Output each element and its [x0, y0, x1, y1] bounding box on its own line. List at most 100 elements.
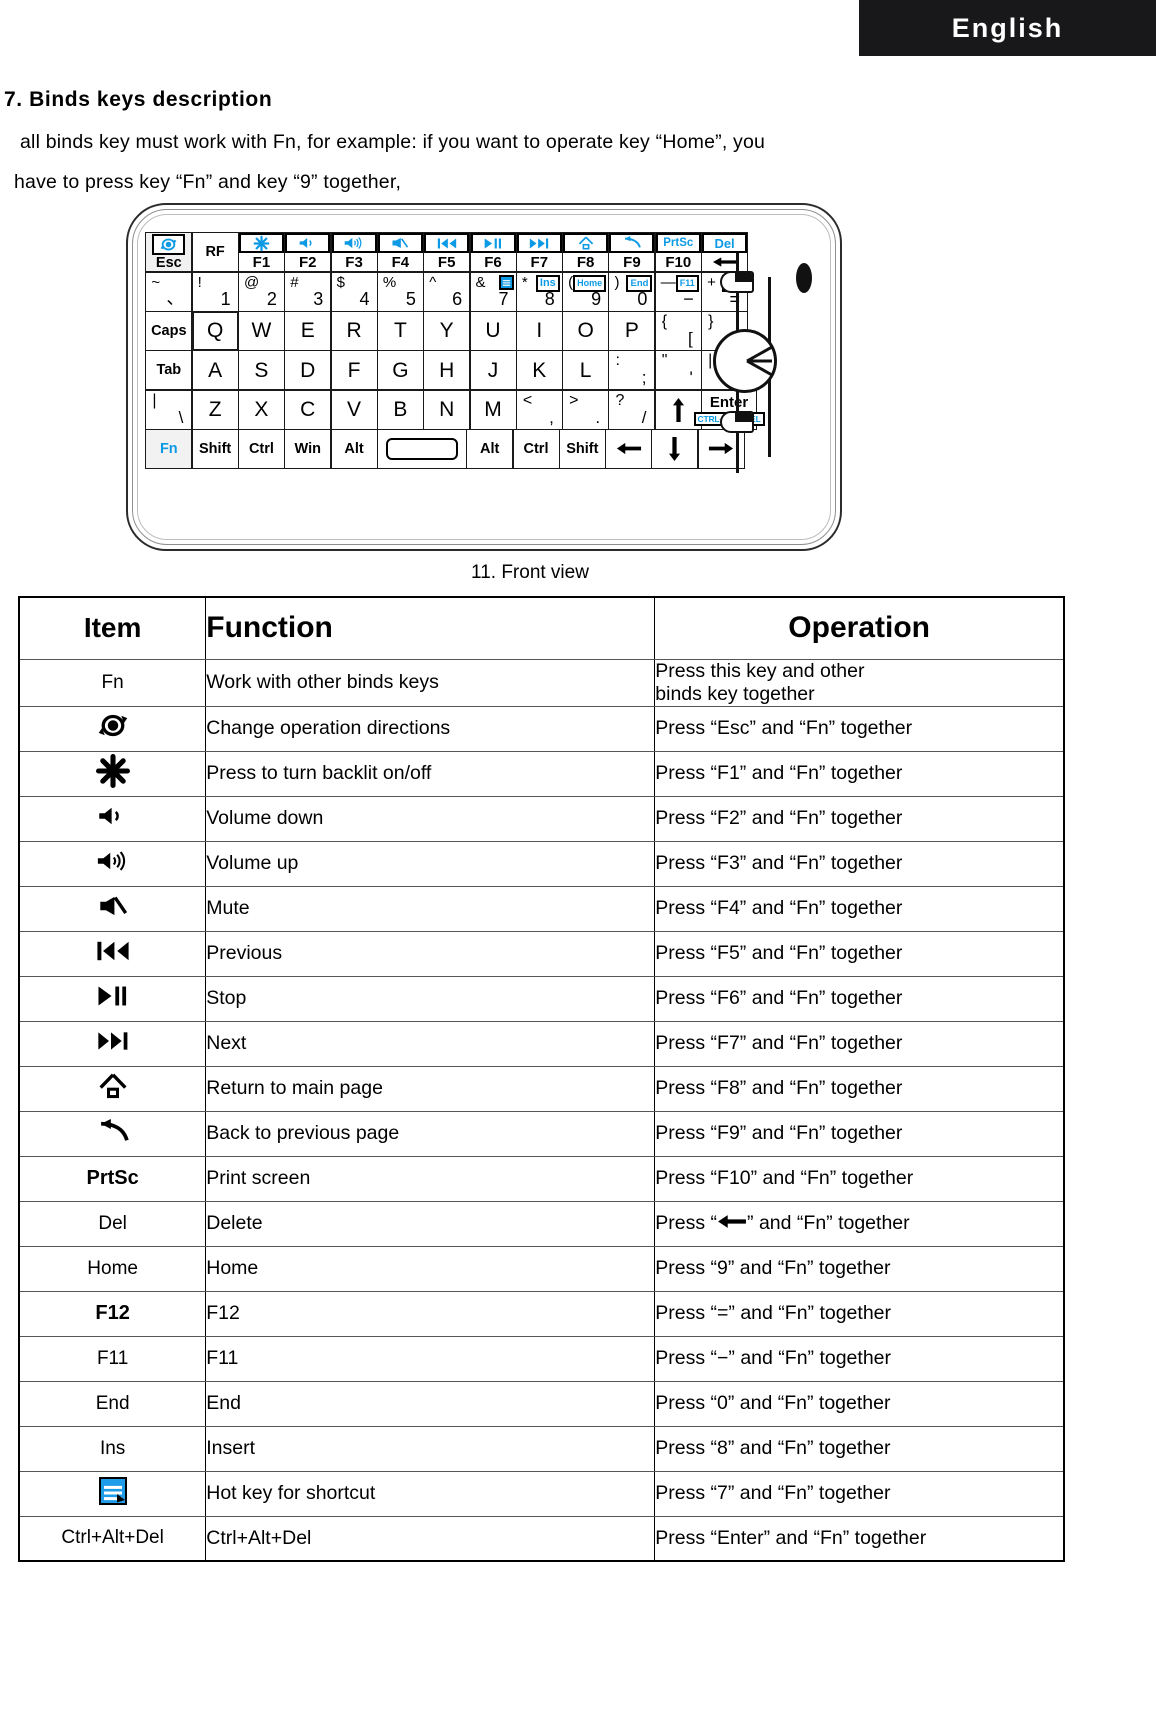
key-u[interactable]: U — [469, 310, 517, 351]
key-6[interactable]: ^ 6 — [423, 271, 471, 312]
key-x[interactable]: X — [237, 389, 285, 430]
key-f3[interactable]: F3 — [330, 232, 378, 273]
key-k[interactable]: K — [515, 350, 563, 391]
key-slash[interactable]: ? / — [608, 389, 656, 430]
key-t[interactable]: T — [376, 310, 424, 351]
key-quote[interactable]: " ' — [654, 350, 702, 391]
trackball-icon[interactable] — [713, 329, 777, 393]
key-esc-label: Esc — [155, 255, 182, 272]
key-d[interactable]: D — [284, 350, 332, 391]
key-esc[interactable]: Esc — [145, 232, 193, 273]
row-operation-cell: Press “−” and “Fn” together — [654, 1335, 1065, 1382]
key-r-label: R — [346, 319, 362, 343]
row-function-cell: Change operation directions — [205, 705, 656, 752]
key-v[interactable]: V — [330, 389, 378, 430]
key-0[interactable]: ) End 0 — [608, 271, 656, 312]
key-rf[interactable]: RF — [191, 232, 239, 273]
key-minus[interactable]: — F11 − — [654, 271, 702, 312]
key-period[interactable]: > . — [562, 389, 610, 430]
key-ctrl-right[interactable]: Ctrl — [512, 428, 560, 469]
key-f7[interactable]: F7 — [515, 232, 563, 273]
key-g[interactable]: G — [376, 350, 424, 391]
key-n[interactable]: N — [423, 389, 471, 430]
volume-up-icon — [94, 850, 132, 872]
key-7[interactable]: & 7 — [469, 271, 517, 312]
key-shift-left[interactable]: Shift — [191, 428, 239, 469]
key-7-lower: 7 — [498, 288, 509, 309]
key-m[interactable]: M — [469, 389, 517, 430]
key-comma-lower: , — [549, 407, 554, 427]
key-3[interactable]: # 3 — [284, 271, 332, 312]
key-fn[interactable]: Fn — [145, 428, 193, 469]
key-comma[interactable]: < , — [515, 389, 563, 430]
key-b[interactable]: B — [376, 389, 424, 430]
key-p-label: P — [624, 319, 639, 343]
key-f1[interactable]: F1 — [237, 232, 285, 273]
key-space[interactable] — [376, 428, 467, 469]
column-header-item: Item — [18, 597, 207, 660]
key-c[interactable]: C — [284, 389, 332, 430]
key-r[interactable]: R — [330, 310, 378, 351]
key-h[interactable]: H — [423, 350, 471, 391]
key-9[interactable]: ( Home 9 — [562, 271, 610, 312]
key-4-lower: 4 — [359, 288, 370, 309]
key-j[interactable]: J — [469, 350, 517, 391]
key-5[interactable]: % 5 — [376, 271, 424, 312]
backlight-star-icon — [95, 753, 130, 788]
key-tilde[interactable]: ~ 、 — [145, 271, 193, 312]
row-function-cell: F11 — [205, 1335, 656, 1382]
key-o[interactable]: O — [562, 310, 610, 351]
row-item-cell: Del — [18, 1200, 207, 1247]
key-bracket-left[interactable]: { [ — [654, 310, 702, 351]
key-f8[interactable]: F8 — [562, 232, 610, 273]
mouse-button-lower[interactable] — [720, 411, 754, 433]
key-j-label: J — [487, 358, 499, 382]
key-f2[interactable]: F2 — [284, 232, 332, 273]
key-8[interactable]: * Ins 8 — [515, 271, 563, 312]
key-f10[interactable]: PrtSc arrow-left-icon F10 — [654, 232, 702, 273]
key-z[interactable]: Z — [191, 389, 239, 430]
row-operation-cell: Press “Enter” and “Fn” together — [654, 1515, 1065, 1562]
key-alt-left[interactable]: Alt — [330, 428, 378, 469]
key-1-upper: ! — [197, 273, 202, 291]
row-function-cell: Stop — [205, 975, 656, 1022]
key-alt-right[interactable]: Alt — [466, 428, 514, 469]
key-caps[interactable]: Caps — [145, 310, 193, 351]
key-ctrl-left[interactable]: Ctrl — [237, 428, 285, 469]
table-row: Fn Work with other binds keys Press this k… — [18, 658, 1065, 707]
key-quote-lower: ' — [689, 368, 693, 388]
key-tab[interactable]: Tab — [145, 350, 193, 391]
key-f[interactable]: F — [330, 350, 378, 391]
key-backslash-left[interactable]: | \ — [145, 389, 193, 430]
key-semicolon[interactable]: : ; — [608, 350, 656, 391]
language-tab-label: English — [951, 12, 1064, 43]
key-w[interactable]: W — [237, 310, 285, 351]
key-f-label: F — [347, 358, 361, 382]
operation-line-2: binds key together — [655, 682, 815, 705]
key-f4[interactable]: F4 — [376, 232, 424, 273]
key-f6[interactable]: F6 — [469, 232, 517, 273]
key-a-label: A — [208, 358, 223, 382]
key-semicolon-upper: : — [615, 352, 620, 370]
key-1[interactable]: ! 1 — [191, 271, 239, 312]
key-y[interactable]: Y — [423, 310, 471, 351]
key-s[interactable]: S — [237, 350, 285, 391]
key-q[interactable]: Q — [191, 310, 239, 351]
row-function-cell: Previous — [205, 930, 656, 977]
key-l[interactable]: L — [562, 350, 610, 391]
play-pause-icon — [470, 233, 516, 254]
key-f5[interactable]: F5 — [423, 232, 471, 273]
key-arrow-left[interactable] — [605, 428, 653, 469]
mouse-button-upper[interactable] — [720, 271, 754, 293]
key-shift-right[interactable]: Shift — [558, 428, 606, 469]
key-i[interactable]: I — [515, 310, 563, 351]
key-a[interactable]: A — [191, 350, 239, 391]
key-p[interactable]: P — [608, 310, 656, 351]
key-2[interactable]: @ 2 — [237, 271, 285, 312]
key-e[interactable]: E — [284, 310, 332, 351]
key-f9[interactable]: F9 — [608, 232, 656, 273]
table-row: PrtSc Print screen Press “F10” and “Fn” to… — [18, 1155, 1065, 1202]
key-arrow-down[interactable] — [651, 428, 699, 469]
key-win[interactable]: Win — [284, 428, 332, 469]
key-4[interactable]: $ 4 — [330, 271, 378, 312]
